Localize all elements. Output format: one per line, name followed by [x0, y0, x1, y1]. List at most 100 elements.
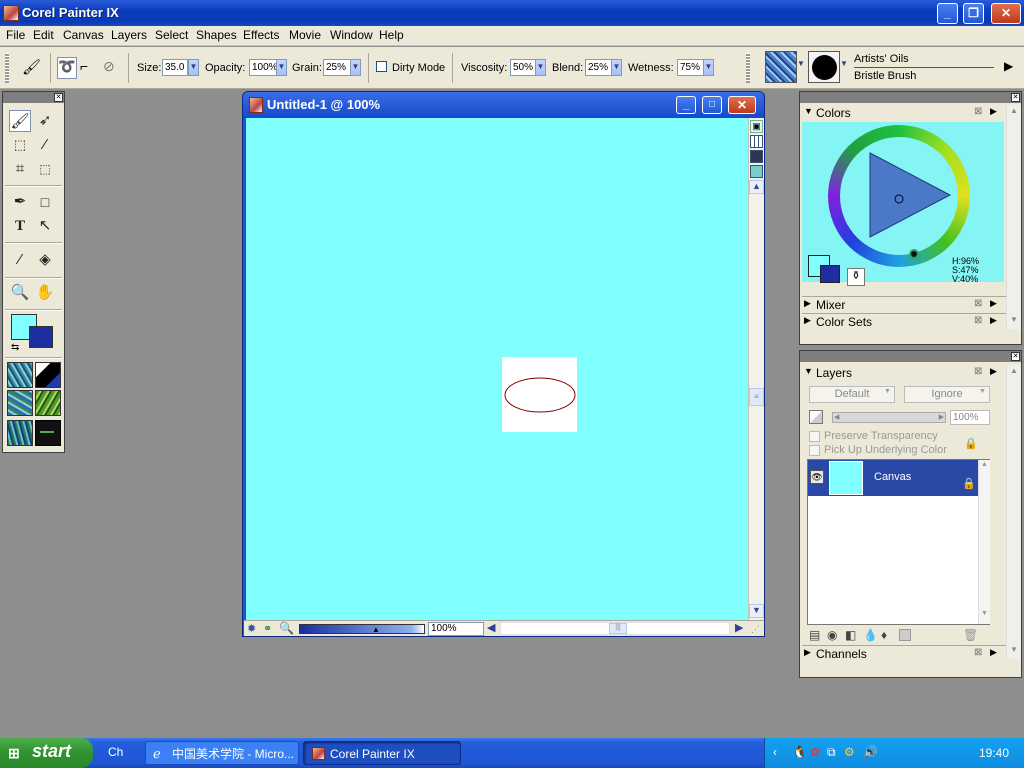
- section-close-icon[interactable]: ⊠: [974, 315, 982, 326]
- colors-palette-scrollbar[interactable]: ▲ ▼: [1006, 105, 1021, 329]
- layer-opacity-field[interactable]: 100%: [950, 410, 990, 425]
- reset-brush-icon[interactable]: ⊘: [103, 58, 115, 75]
- task-button-browser[interactable]: ℯ 中国美术学院 - Micro...: [145, 741, 299, 765]
- menu-layers[interactable]: Layers: [111, 28, 147, 42]
- clone-color-icon[interactable]: ⚱: [847, 268, 865, 286]
- category-dropdown-icon[interactable]: ▼: [797, 59, 805, 75]
- close-button[interactable]: ✕: [991, 3, 1021, 24]
- scroll-up-arrow-icon[interactable]: ▲: [749, 180, 764, 194]
- section-close-icon[interactable]: ⊠: [974, 647, 982, 658]
- magic-wand-icon[interactable]: ⁄: [34, 134, 56, 156]
- tray-antivirus-icon[interactable]: ✿: [810, 745, 820, 759]
- tray-volume-icon[interactable]: 🔊: [863, 745, 878, 759]
- new-liquid-ink-layer-icon[interactable]: ♦: [881, 628, 887, 642]
- dirty-mode-checkbox[interactable]: [376, 61, 387, 72]
- composite-method-dropdown-icon[interactable]: ▼: [884, 388, 891, 395]
- layer-opacity-slider[interactable]: ◀ ▶: [832, 412, 946, 423]
- composite-depth-dropdown-icon[interactable]: ▼: [979, 388, 986, 395]
- pattern-selector-icon[interactable]: [7, 390, 33, 416]
- opacity-input[interactable]: 100%: [249, 59, 278, 76]
- layer-lock-icon[interactable]: 🔒: [962, 477, 976, 490]
- tray-penguin-icon[interactable]: 🐧: [792, 745, 807, 759]
- color-sets-section-header[interactable]: ▶ Color Sets ⊠ ▶: [802, 313, 1006, 329]
- composite-method-select[interactable]: Default: [809, 386, 895, 403]
- dynamic-plugins-icon[interactable]: ◉: [827, 628, 837, 642]
- layers-section-header[interactable]: ▼ Layers ⊠ ▶: [802, 365, 1006, 381]
- blend-input[interactable]: 25%: [585, 59, 612, 76]
- gradient-selector-icon[interactable]: [35, 362, 61, 388]
- menu-shapes[interactable]: Shapes: [196, 28, 237, 42]
- paper-selector-icon[interactable]: [7, 362, 33, 388]
- horizontal-scroll-thumb[interactable]: |||: [609, 623, 627, 634]
- zoom-icon[interactable]: 🔍: [279, 621, 294, 635]
- drawing-mode-icon[interactable]: [750, 150, 763, 163]
- layer-list-scrollbar[interactable]: ▲ ▼: [978, 460, 990, 624]
- nozzle-selector-icon[interactable]: [7, 420, 33, 446]
- resize-grip-icon[interactable]: ⋰: [751, 624, 760, 635]
- section-close-icon[interactable]: ⊠: [974, 298, 982, 309]
- crop-icon[interactable]: ⌗: [9, 158, 31, 180]
- delete-layer-icon[interactable]: 🗑: [963, 628, 978, 642]
- quick-launch-item[interactable]: Ch: [108, 745, 123, 759]
- section-menu-icon[interactable]: ▶: [990, 315, 997, 326]
- grain-input[interactable]: 25%: [323, 59, 351, 76]
- brush-variant-icon[interactable]: [808, 51, 840, 83]
- toolbar-grip[interactable]: [746, 53, 750, 83]
- palette-header[interactable]: ✕: [800, 351, 1021, 362]
- tray-network-icon[interactable]: ⧉: [827, 745, 836, 760]
- menu-canvas[interactable]: Canvas: [63, 28, 104, 42]
- viscosity-dropdown-icon[interactable]: ▼: [535, 59, 546, 76]
- menu-edit[interactable]: Edit: [33, 28, 54, 42]
- variant-dropdown-icon[interactable]: ▼: [840, 59, 848, 75]
- look-selector-icon[interactable]: [35, 420, 61, 446]
- menu-help[interactable]: Help: [379, 28, 404, 42]
- expand-triangle-icon[interactable]: ▶: [804, 298, 811, 309]
- selection-adjuster-icon[interactable]: ⬚: [34, 158, 56, 180]
- opacity-dropdown-icon[interactable]: ▼: [276, 59, 287, 76]
- visibility-eye-icon[interactable]: 👁: [810, 470, 824, 484]
- section-menu-icon[interactable]: ▶: [990, 298, 997, 309]
- toolbox-header[interactable]: ✕: [3, 92, 64, 103]
- shape-selection-icon[interactable]: ↖: [34, 215, 56, 237]
- document-close-button[interactable]: ✕: [728, 96, 756, 114]
- task-button-painter[interactable]: Corel Painter IX: [303, 741, 461, 765]
- menu-movie[interactable]: Movie: [289, 28, 321, 42]
- layer-row-canvas[interactable]: 👁 Canvas 🔒: [808, 460, 978, 496]
- vertical-scrollbar[interactable]: ▣ ▲ ≡ ▼: [748, 118, 764, 620]
- painter-app-icon[interactable]: [3, 5, 19, 21]
- text-icon[interactable]: T: [9, 215, 31, 237]
- rectangular-selection-icon[interactable]: ⬚: [9, 134, 31, 156]
- lock-icon[interactable]: 🔒: [964, 437, 978, 450]
- tracing-paper-icon[interactable]: ▣: [750, 120, 763, 133]
- freehand-stroke-icon[interactable]: ➰: [57, 57, 77, 79]
- zoom-slider[interactable]: ▲: [299, 624, 425, 634]
- brush-selector-menu-icon[interactable]: ▶: [1004, 59, 1013, 73]
- size-input[interactable]: 35.0: [162, 59, 188, 76]
- toolbar-grip[interactable]: [5, 53, 9, 83]
- color-management-icon[interactable]: [750, 165, 763, 178]
- wetness-input[interactable]: 75%: [677, 59, 704, 76]
- expand-triangle-icon[interactable]: ▶: [804, 315, 811, 326]
- tray-expand-icon[interactable]: ‹: [773, 745, 777, 759]
- paint-bucket-icon[interactable]: ◈: [34, 249, 56, 271]
- scroll-down-arrow-icon[interactable]: ▼: [749, 604, 764, 618]
- layers-palette-scrollbar[interactable]: ▲ ▼: [1006, 365, 1021, 659]
- minimize-button[interactable]: _: [937, 3, 958, 24]
- new-layer-icon[interactable]: ◧: [845, 628, 856, 642]
- straight-line-stroke-icon[interactable]: ⌐: [80, 58, 88, 74]
- menu-file[interactable]: File: [6, 28, 25, 42]
- expand-triangle-icon[interactable]: ▶: [804, 647, 811, 658]
- zoom-level-field[interactable]: 100%: [428, 622, 484, 636]
- menu-window[interactable]: Window: [330, 28, 373, 42]
- brush-tool-icon[interactable]: 🖌: [22, 58, 42, 78]
- layer-commands-icon[interactable]: ▤: [809, 628, 820, 642]
- grabber-hand-icon[interactable]: ✋: [34, 282, 56, 304]
- clock[interactable]: 19:40: [979, 746, 1009, 760]
- palette-close-icon[interactable]: ✕: [1011, 352, 1020, 361]
- channels-section-header[interactable]: ▶ Channels ⊠ ▶: [802, 645, 1006, 661]
- binoculars-icon[interactable]: ⚭: [263, 622, 272, 635]
- tray-app-icon[interactable]: ⚙: [844, 745, 855, 759]
- hue-ring[interactable]: [828, 125, 970, 267]
- saturation-value-triangle[interactable]: [828, 125, 970, 267]
- collapse-triangle-icon[interactable]: ▼: [804, 366, 813, 376]
